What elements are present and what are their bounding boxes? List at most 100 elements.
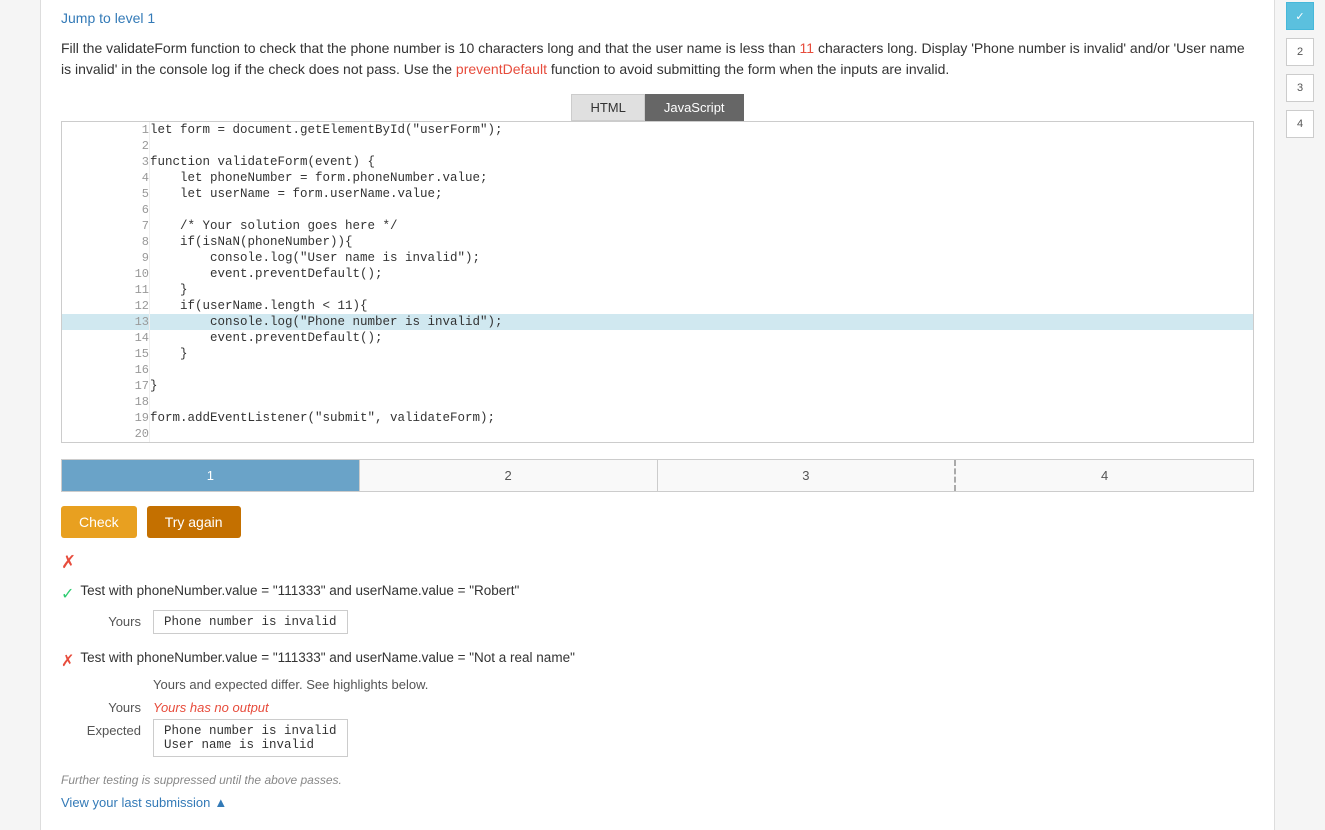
line-content: if(isNaN(phoneNumber)){ <box>150 234 1254 250</box>
code-line: 4 let phoneNumber = form.phoneNumber.val… <box>62 170 1253 186</box>
view-submission-link[interactable]: View your last submission ▲ <box>61 795 227 810</box>
test-description: Test with phoneNumber.value = "111333" a… <box>80 650 574 665</box>
step-bar: 1234 <box>61 459 1254 492</box>
line-number: 16 <box>62 362 150 378</box>
line-number: 15 <box>62 346 150 362</box>
code-line: 7 /* Your solution goes here */ <box>62 218 1253 234</box>
line-number: 1 <box>62 122 150 138</box>
code-line: 19 form.addEventListener("submit", valid… <box>62 410 1253 426</box>
code-line: 6 <box>62 202 1253 218</box>
line-content: let form = document.getElementById("user… <box>150 122 1254 138</box>
line-number: 10 <box>62 266 150 282</box>
line-number: 6 <box>62 202 150 218</box>
line-number: 20 <box>62 426 150 442</box>
line-content: function validateForm(event) { <box>150 154 1254 170</box>
code-editor[interactable]: 1 let form = document.getElementById("us… <box>61 121 1254 443</box>
suppressed-note: Further testing is suppressed until the … <box>61 773 1254 787</box>
line-content: } <box>150 346 1254 362</box>
chevron-up-icon: ▲ <box>214 795 227 810</box>
line-content: if(userName.length < 11){ <box>150 298 1254 314</box>
line-content: let userName = form.userName.value; <box>150 186 1254 202</box>
line-number: 4 <box>62 170 150 186</box>
code-line: 11 } <box>62 282 1253 298</box>
action-buttons: Check Try again <box>61 506 1254 538</box>
line-content <box>150 202 1254 218</box>
test-description: Test with phoneNumber.value = "111333" a… <box>80 583 519 598</box>
line-number: 9 <box>62 250 150 266</box>
code-line: 3 function validateForm(event) { <box>62 154 1253 170</box>
expected-label: Expected <box>61 719 141 738</box>
code-line: 17 } <box>62 378 1253 394</box>
code-line: 14 event.preventDefault(); <box>62 330 1253 346</box>
yours-row: Yours Phone number is invalid <box>61 610 1254 634</box>
code-line: 12 if(userName.length < 11){ <box>62 298 1253 314</box>
jump-link[interactable]: Jump to level 1 <box>61 10 155 26</box>
test-block-2: ✗ Test with phoneNumber.value = "111333"… <box>61 650 1254 757</box>
level-btn-4[interactable]: 4 <box>1286 110 1314 138</box>
right-sidebar: ✓ 2 3 4 <box>1275 0 1325 830</box>
step-4[interactable]: 4 <box>956 460 1253 491</box>
line-number: 12 <box>62 298 150 314</box>
line-content: /* Your solution goes here */ <box>150 218 1254 234</box>
test-block-1: ✓ Test with phoneNumber.value = "111333"… <box>61 583 1254 634</box>
line-number: 17 <box>62 378 150 394</box>
tab-bar: HTML JavaScript <box>61 94 1254 121</box>
yours-value: Yours has no output <box>153 696 269 715</box>
description: Fill the validateForm function to check … <box>61 38 1254 80</box>
main-content: Jump to level 1 Fill the validateForm fu… <box>40 0 1275 830</box>
level-btn-1[interactable]: ✓ <box>1286 2 1314 30</box>
left-sidebar <box>0 0 40 830</box>
tab-html[interactable]: HTML <box>571 94 644 121</box>
try-again-button[interactable]: Try again <box>147 506 241 538</box>
step-2[interactable]: 2 <box>360 460 658 491</box>
yours-label: Yours <box>61 610 141 629</box>
code-line: 2 <box>62 138 1253 154</box>
code-line: 5 let userName = form.userName.value; <box>62 186 1253 202</box>
line-number: 13 <box>62 314 150 330</box>
fail-icon: ✗ <box>61 552 76 572</box>
code-line: 20 <box>62 426 1253 442</box>
differ-note: Yours and expected differ. See highlight… <box>153 677 1254 692</box>
pass-icon: ✓ <box>61 584 74 604</box>
line-content <box>150 362 1254 378</box>
line-number: 19 <box>62 410 150 426</box>
tab-javascript[interactable]: JavaScript <box>645 94 744 121</box>
fail-icon: ✗ <box>61 651 74 671</box>
view-submission-text: View your last submission <box>61 795 210 810</box>
step-1[interactable]: 1 <box>62 460 360 491</box>
code-line: 15 } <box>62 346 1253 362</box>
test-title: ✓ Test with phoneNumber.value = "111333"… <box>61 583 1254 604</box>
line-content: let phoneNumber = form.phoneNumber.value… <box>150 170 1254 186</box>
code-line: 1 let form = document.getElementById("us… <box>62 122 1253 138</box>
yours-row: Yours Yours has no output <box>61 696 1254 715</box>
line-content <box>150 394 1254 410</box>
level-btn-3[interactable]: 3 <box>1286 74 1314 102</box>
code-table: 1 let form = document.getElementById("us… <box>62 122 1253 442</box>
line-content: } <box>150 378 1254 394</box>
line-number: 5 <box>62 186 150 202</box>
code-line: 8 if(isNaN(phoneNumber)){ <box>62 234 1253 250</box>
check-button[interactable]: Check <box>61 506 137 538</box>
code-line: 10 event.preventDefault(); <box>62 266 1253 282</box>
code-line: 18 <box>62 394 1253 410</box>
overall-status: ✗ <box>61 552 1254 573</box>
line-number: 7 <box>62 218 150 234</box>
line-content: event.preventDefault(); <box>150 330 1254 346</box>
line-content: console.log("User name is invalid"); <box>150 250 1254 266</box>
line-content: form.addEventListener("submit", validate… <box>150 410 1254 426</box>
line-number: 11 <box>62 282 150 298</box>
code-line: 9 console.log("User name is invalid"); <box>62 250 1253 266</box>
test-results: ✓ Test with phoneNumber.value = "111333"… <box>61 583 1254 757</box>
expected-value: Phone number is invalidUser name is inva… <box>153 719 348 757</box>
test-title: ✗ Test with phoneNumber.value = "111333"… <box>61 650 1254 671</box>
line-number: 8 <box>62 234 150 250</box>
level-btn-2[interactable]: 2 <box>1286 38 1314 66</box>
line-content: console.log("Phone number is invalid"); <box>150 314 1254 330</box>
results-area: ✗ ✓ Test with phoneNumber.value = "11133… <box>61 552 1254 810</box>
line-number: 3 <box>62 154 150 170</box>
code-line: 16 <box>62 362 1253 378</box>
line-number: 2 <box>62 138 150 154</box>
step-3[interactable]: 3 <box>658 460 957 491</box>
code-line: 13 console.log("Phone number is invalid"… <box>62 314 1253 330</box>
line-content <box>150 138 1254 154</box>
